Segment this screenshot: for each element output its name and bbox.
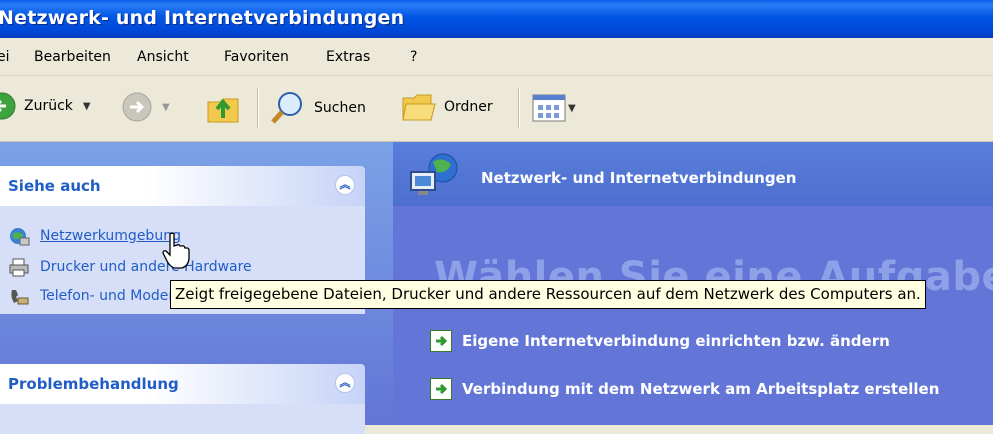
task-link-internet-connection[interactable]: Eigene Internetverbindung einrichten bzw… — [430, 330, 890, 352]
troubleshooting-title: Problembehandlung — [8, 375, 179, 393]
task-label: Verbindung mit dem Netzwerk am Arbeitspl… — [462, 380, 940, 398]
search-label: Suchen — [314, 100, 366, 116]
folder-up-icon — [207, 98, 239, 123]
forward-button[interactable]: ▼ — [122, 92, 170, 122]
window-title: Netzwerk- und Internetverbindungen — [0, 7, 405, 29]
back-dropdown-icon[interactable]: ▼ — [83, 101, 91, 112]
views-dropdown-icon[interactable]: ▼ — [568, 103, 576, 114]
network-places-icon — [10, 228, 30, 246]
troubleshooting-header[interactable]: Problembehandlung ︽ — [0, 364, 365, 404]
forward-dropdown-icon[interactable]: ▼ — [162, 102, 170, 113]
sidebar-item-printers[interactable]: Drucker und andere Hardware — [8, 257, 252, 277]
task-link-workplace-network[interactable]: Verbindung mit dem Netzwerk am Arbeitspl… — [430, 378, 939, 400]
forward-arrow-icon — [122, 92, 152, 122]
folders-icon — [402, 94, 436, 121]
toolbar-separator — [518, 88, 520, 128]
green-arrow-icon — [430, 330, 452, 352]
green-arrow-icon — [430, 378, 452, 400]
back-label: Zurück — [24, 98, 73, 114]
task-label: Eigene Internetverbindung einrichten bzw… — [462, 332, 890, 350]
folders-label: Ordner — [444, 99, 493, 115]
search-button[interactable]: Suchen — [270, 90, 366, 126]
search-icon — [271, 92, 302, 124]
phone-icon — [11, 290, 29, 305]
menu-tools[interactable]: Extras — [326, 49, 370, 65]
printer-icon — [9, 258, 29, 277]
network-globe-icon — [410, 153, 458, 195]
menu-edit[interactable]: Bearbeiten — [34, 49, 111, 65]
back-button[interactable]: Zurück ▼ — [0, 92, 91, 120]
collapse-chevron-icon[interactable]: ︽ — [335, 373, 355, 393]
views-icon — [532, 94, 566, 122]
menu-bar: ei Bearbeiten Ansicht Favoriten Extras ? — [0, 38, 993, 76]
toolbar: Zurück ▼ ▼ Suchen Ordner ▼ — [0, 76, 993, 142]
back-arrow-icon — [0, 92, 16, 120]
troubleshooting-body — [0, 404, 365, 434]
troubleshooting-panel: Problembehandlung ︽ — [0, 364, 365, 434]
folders-button[interactable]: Ordner — [400, 90, 493, 124]
collapse-chevron-icon[interactable]: ︽ — [335, 175, 355, 195]
tooltip: Zeigt freigegebene Dateien, Drucker und … — [170, 280, 926, 309]
category-header: Netzwerk- und Internetverbindungen — [393, 142, 993, 206]
menu-help[interactable]: ? — [410, 49, 417, 65]
menu-view[interactable]: Ansicht — [137, 49, 189, 65]
up-folder-button[interactable] — [204, 88, 244, 126]
title-bar[interactable]: Netzwerk- und Internetverbindungen — [0, 0, 993, 38]
hand-cursor-icon — [162, 232, 190, 269]
toolbar-separator — [257, 88, 259, 128]
menu-favorites[interactable]: Favoriten — [224, 49, 289, 65]
views-button[interactable]: ▼ — [532, 94, 576, 122]
see-also-header[interactable]: Siehe auch ︽ — [0, 166, 365, 206]
menu-file[interactable]: ei — [0, 49, 10, 65]
see-also-title: Siehe auch — [8, 177, 101, 195]
sidebar-item-label: Drucker und andere Hardware — [40, 259, 252, 275]
category-title: Netzwerk- und Internetverbindungen — [481, 169, 797, 187]
sidebar-item-network-places[interactable]: Netzwerkumgebung — [8, 226, 181, 246]
